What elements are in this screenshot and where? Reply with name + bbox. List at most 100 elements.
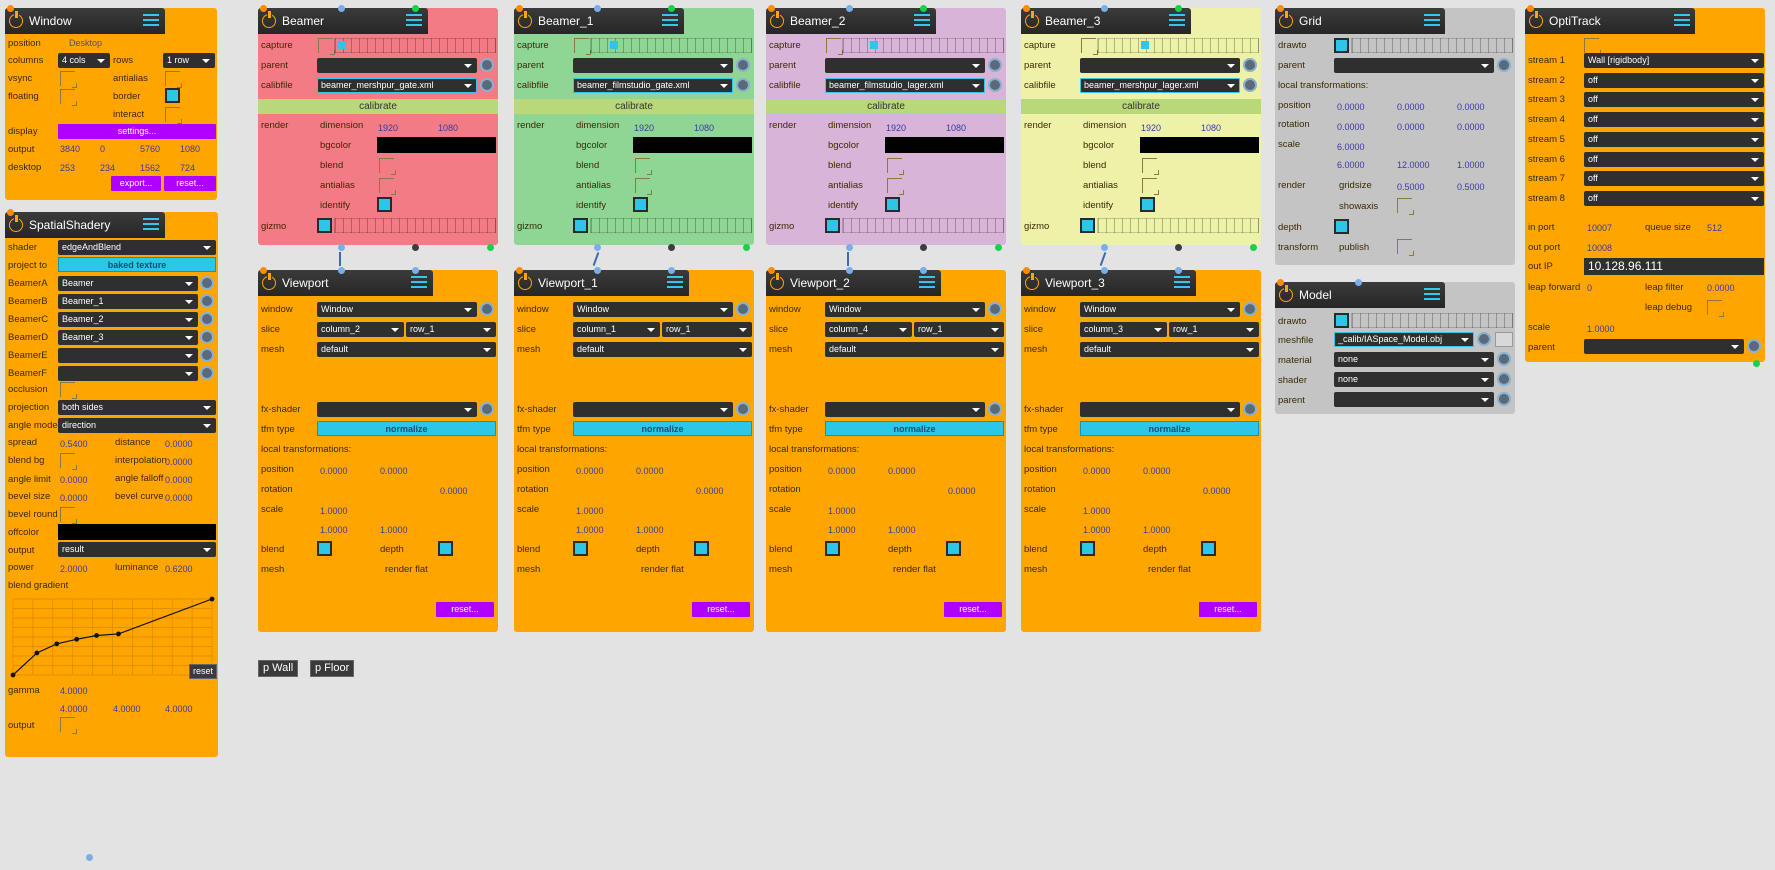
p-wall-button[interactable]: p Wall [258, 660, 299, 677]
gizmo-layers[interactable] [842, 218, 1004, 233]
blend-toggle[interactable] [825, 541, 840, 556]
power-icon[interactable] [262, 11, 276, 28]
angle-falloff-value[interactable]: 0.0000 [165, 475, 193, 485]
calibfile-select[interactable]: beamer_mershpur_gate.xml [317, 78, 477, 93]
inlet-pin[interactable] [1527, 5, 1534, 12]
showaxis-checkbox[interactable] [1397, 198, 1414, 215]
bgcolor-swatch[interactable] [1140, 137, 1259, 153]
blend-checkbox[interactable] [1142, 158, 1159, 175]
blend-toggle[interactable] [317, 541, 332, 556]
inlet-pin[interactable] [516, 5, 523, 12]
gradient-point[interactable] [34, 650, 40, 656]
project-to-button[interactable]: baked texture [58, 257, 216, 272]
refresh-icon[interactable] [480, 78, 494, 92]
gizmo-layers[interactable] [1097, 218, 1259, 233]
material-select[interactable]: none [1334, 352, 1494, 367]
dimension-width[interactable]: 1920 [378, 123, 398, 133]
export-button[interactable]: export... [111, 176, 161, 191]
output-checkbox[interactable] [60, 717, 77, 734]
gradient-reset-button[interactable]: reset [189, 664, 218, 679]
capture-layers[interactable] [590, 38, 752, 53]
refresh-icon[interactable] [200, 276, 214, 290]
inlet-pin[interactable] [7, 209, 14, 216]
inlet-pin[interactable] [7, 5, 14, 12]
gridsize-x[interactable]: 0.5000 [1397, 182, 1425, 192]
position-x[interactable]: 0.0000 [576, 466, 604, 476]
position-x[interactable]: 0.0000 [320, 466, 348, 476]
power-icon[interactable] [262, 273, 276, 290]
calibrate-button[interactable]: calibrate [514, 99, 754, 114]
reset-button[interactable]: reset... [1199, 602, 1257, 617]
tfm-type-button[interactable]: normalize [317, 421, 496, 436]
desktop-w[interactable]: 1562 [140, 163, 160, 173]
dimension-height[interactable]: 1080 [694, 123, 714, 133]
output-y[interactable]: 0 [100, 144, 105, 154]
grid-rot-z[interactable]: 0.0000 [1457, 122, 1485, 132]
beamer-select[interactable]: Beamer_2 [58, 312, 198, 327]
grid-scale-z[interactable]: 1.0000 [1457, 160, 1485, 170]
gradient-point[interactable] [94, 633, 99, 638]
outlet-pin[interactable] [743, 244, 750, 251]
menu-icon[interactable] [667, 276, 683, 290]
grid-pos-z[interactable]: 0.0000 [1457, 102, 1485, 112]
depth-toggle[interactable] [1201, 541, 1216, 556]
blend-checkbox[interactable] [635, 158, 652, 175]
stream-select[interactable]: off [1584, 92, 1764, 108]
scale-y[interactable]: 1.0000 [380, 525, 408, 535]
refresh-icon[interactable] [1477, 332, 1491, 346]
menu-icon[interactable] [143, 218, 159, 232]
refresh-icon[interactable] [480, 402, 494, 416]
fx-shader-select[interactable] [317, 402, 477, 417]
inlet-pin[interactable] [668, 267, 675, 274]
gizmo-toggle[interactable] [573, 218, 588, 233]
capture-checkbox[interactable] [1081, 38, 1098, 55]
parent-select[interactable] [825, 58, 985, 73]
scale-x[interactable]: 1.0000 [576, 525, 604, 535]
dimension-width[interactable]: 1920 [634, 123, 654, 133]
refresh-icon[interactable] [200, 348, 214, 362]
blend-toggle[interactable] [573, 541, 588, 556]
scale-value[interactable]: 1.0000 [1587, 324, 1615, 334]
menu-icon[interactable] [1424, 288, 1440, 302]
scale-value[interactable]: 1.0000 [320, 506, 348, 516]
desktop-x[interactable]: 253 [60, 163, 75, 173]
p-floor-button[interactable]: p Floor [310, 660, 355, 677]
power-icon[interactable] [770, 273, 784, 290]
gizmo-toggle[interactable] [825, 218, 840, 233]
slice-column-select[interactable]: column_1 [573, 322, 660, 337]
interpolation-value[interactable]: 0.0000 [165, 457, 193, 467]
slice-column-select[interactable]: column_3 [1080, 322, 1167, 337]
outlet-pin[interactable] [86, 854, 93, 861]
outlet-pin[interactable] [338, 244, 345, 251]
publish-checkbox[interactable] [1397, 239, 1414, 256]
refresh-icon[interactable] [1243, 302, 1257, 316]
angle-limit-value[interactable]: 0.0000 [60, 475, 88, 485]
menu-icon[interactable] [662, 14, 678, 28]
stream-select[interactable]: off [1584, 171, 1764, 187]
identify-toggle[interactable] [633, 197, 648, 212]
refresh-icon[interactable] [736, 402, 750, 416]
inlet-pin[interactable] [1175, 267, 1182, 274]
stream-select[interactable]: off [1584, 151, 1764, 167]
refresh-icon[interactable] [988, 58, 1002, 72]
drawto-toggle[interactable] [1334, 38, 1349, 53]
capture-layers[interactable] [1097, 38, 1259, 53]
dimension-width[interactable]: 1920 [1141, 123, 1161, 133]
refresh-icon[interactable] [1497, 392, 1511, 406]
inlet-pin[interactable] [1277, 279, 1284, 286]
gizmo-layers[interactable] [334, 218, 496, 233]
gradient-point[interactable] [116, 631, 121, 637]
panel-header[interactable]: Viewport_1 [514, 270, 689, 296]
stream-select[interactable]: off [1584, 112, 1764, 128]
position-y[interactable]: 0.0000 [888, 466, 916, 476]
panel-header[interactable]: Beamer_3 [1021, 8, 1191, 34]
drawto-layers[interactable] [1351, 313, 1513, 328]
capture-checkbox[interactable] [574, 38, 591, 55]
menu-icon[interactable] [914, 14, 930, 28]
dimension-height[interactable]: 1080 [438, 123, 458, 133]
panel-header[interactable]: Beamer_1 [514, 8, 684, 34]
shader-select[interactable]: edgeAndBlend [58, 240, 216, 255]
inlet-pin[interactable] [1175, 5, 1182, 12]
patch-cord[interactable] [339, 252, 341, 266]
gamma-c[interactable]: 4.0000 [113, 704, 141, 714]
